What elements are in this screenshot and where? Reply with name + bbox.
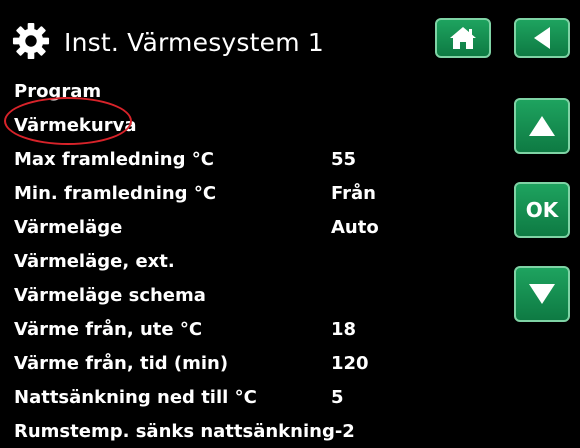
menu-item-varme-fran-ute[interactable]: Värme från, ute °C 18: [0, 312, 500, 346]
menu-item-label: Värmeläge schema: [14, 284, 206, 306]
ok-button-label: OK: [525, 198, 559, 222]
menu-item-nattsankning[interactable]: Nattsänkning ned till °C 5: [0, 380, 500, 414]
menu-item-label: Värmekurva: [14, 114, 137, 136]
menu-item-label: Rumstemp. sänks nattsänkning-2: [14, 421, 355, 442]
ok-button[interactable]: OK: [514, 182, 570, 238]
menu-item-label: Värme från, tid (min): [14, 352, 229, 374]
page-title: Inst. Värmesystem 1: [64, 28, 325, 57]
menu-item-label: Värme från, ute °C: [14, 318, 203, 340]
menu-item-value: Auto: [331, 216, 379, 238]
menu-item-program[interactable]: Program: [0, 74, 500, 108]
down-arrow-icon: [529, 284, 555, 304]
menu-item-label: Nattsänkning ned till °C: [14, 386, 257, 408]
menu-item-value: 120: [331, 352, 369, 374]
menu-item-label: Min. framledning °C: [14, 182, 217, 204]
menu-item-max-framledning[interactable]: Max framledning °C 55: [0, 142, 500, 176]
home-icon: [450, 27, 476, 49]
menu-item-varmelage-ext[interactable]: Värmeläge, ext.: [0, 244, 500, 278]
scroll-up-button[interactable]: [514, 98, 570, 154]
back-button[interactable]: [514, 18, 570, 58]
settings-menu-list: Program Värmekurva Max framledning °C 55…: [0, 74, 500, 448]
menu-item-varme-fran-tid[interactable]: Värme från, tid (min) 120: [0, 346, 500, 380]
menu-item-label: Program: [14, 80, 102, 102]
gear-icon: [12, 22, 50, 60]
menu-item-value: Från: [331, 182, 376, 204]
menu-item-min-framledning[interactable]: Min. framledning °C Från: [0, 176, 500, 210]
menu-item-value: 55: [331, 148, 357, 170]
back-arrow-icon: [534, 27, 550, 49]
home-button[interactable]: [435, 18, 491, 58]
header-bar: Inst. Värmesystem 1: [0, 0, 580, 70]
menu-item-label-text: Rumstemp. sänks nattsänkning: [14, 420, 335, 442]
menu-item-value: -2: [334, 420, 355, 442]
up-arrow-icon: [529, 116, 555, 136]
menu-item-value: 5: [331, 386, 344, 408]
menu-item-label: Max framledning °C: [14, 148, 214, 170]
scroll-down-button[interactable]: [514, 266, 570, 322]
menu-item-value: 18: [331, 318, 357, 340]
menu-item-rumstemp-sanks[interactable]: Rumstemp. sänks nattsänkning-2: [0, 414, 500, 448]
menu-item-varmelage-schema[interactable]: Värmeläge schema: [0, 278, 500, 312]
menu-item-varmelage[interactable]: Värmeläge Auto: [0, 210, 500, 244]
menu-item-label: Värmeläge: [14, 216, 123, 238]
menu-item-varmekurva[interactable]: Värmekurva: [0, 108, 500, 142]
menu-item-label: Värmeläge, ext.: [14, 250, 175, 272]
